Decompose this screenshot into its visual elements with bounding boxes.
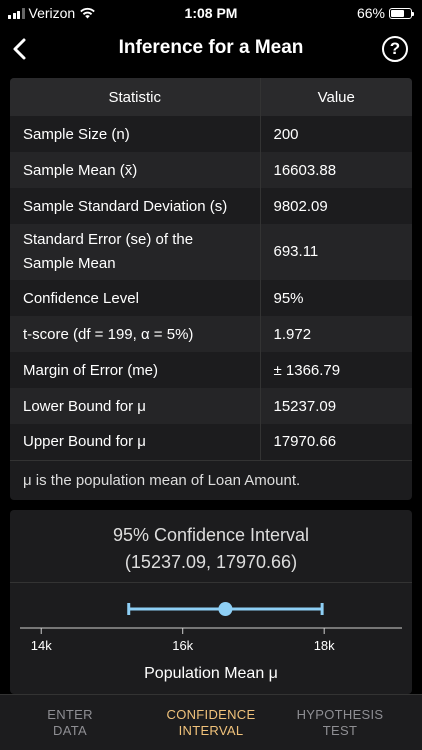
statistic-value: 693.11 (259, 224, 412, 280)
x-tick-label: 14k (31, 638, 52, 653)
ci-interval: (15237.09, 17970.66) (124, 552, 298, 572)
table-row: Margin of Error (me) ± 1366.79 (10, 352, 412, 388)
table-row: Sample Mean (x̄) 16603.88 (10, 152, 412, 188)
status-bar: Verizon 1:08 PM 66% (0, 0, 422, 26)
sample-mean-point (218, 602, 233, 616)
column-header-value: Value (259, 78, 412, 116)
ci-title: 95% Confidence Interval (112, 525, 310, 545)
battery-percent: 66% (356, 5, 385, 21)
x-tick-label: 18k (314, 638, 335, 653)
tab-confidence-interval[interactable]: CONFIDENCE INTERVAL (151, 707, 271, 739)
ci-header: 95% Confidence Interval (15237.09, 17970… (10, 522, 412, 576)
statistic-value: 15237.09 (259, 388, 412, 424)
table-row: Sample Size (n) 200 (10, 116, 412, 152)
statistic-label: Lower Bound for μ (10, 388, 260, 424)
x-axis-label: Population Mean μ (144, 665, 278, 682)
divider (10, 582, 412, 583)
table-row: Confidence Level 95% (10, 280, 412, 316)
confidence-interval-chart: 14k 16k 18k Population Mean μ (20, 602, 402, 682)
table-row: Sample Standard Deviation (s) 9802.09 (10, 188, 412, 224)
statistic-value: 9802.09 (259, 188, 412, 224)
statistic-label: t-score (df = 199, α = 5%) (10, 316, 260, 352)
statistic-label: Sample Mean (x̄) (10, 152, 260, 188)
column-header-statistic: Statistic (10, 78, 260, 116)
statistic-label: Standard Error (se) of the Sample Mean (10, 224, 260, 280)
table-row: t-score (df = 199, α = 5%) 1.972 (10, 316, 412, 352)
statistic-label: Margin of Error (me) (10, 352, 260, 388)
statistic-value: 95% (259, 280, 412, 316)
statistic-value: 16603.88 (259, 152, 412, 188)
statistic-value: 1.972 (259, 316, 412, 352)
confidence-interval-card: 95% Confidence Interval (15237.09, 17970… (10, 510, 412, 694)
help-icon[interactable]: ? (382, 36, 408, 62)
tab-hypothesis-test[interactable]: HYPOTHESIS TEST (270, 707, 410, 739)
statistic-label: Upper Bound for μ (10, 424, 260, 460)
navigation-bar: Inference for a Mean ? (0, 28, 422, 70)
tab-enter-data[interactable]: ENTER DATA (30, 707, 110, 739)
tab-bar: ENTER DATA CONFIDENCE INTERVAL HYPOTHESI… (0, 694, 422, 750)
statistic-label: Sample Size (n) (10, 116, 260, 152)
statistics-table: Statistic Value Sample Size (n) 200 Samp… (10, 78, 412, 500)
statistic-value: ± 1366.79 (259, 352, 412, 388)
battery-group: 66% (356, 5, 414, 21)
x-tick-label: 16k (172, 638, 193, 653)
statistic-value: 200 (259, 116, 412, 152)
table-row: Standard Error (se) of the Sample Mean 6… (10, 224, 412, 280)
table-row: Lower Bound for μ 15237.09 (10, 388, 412, 424)
statistics-table-card: Statistic Value Sample Size (n) 200 Samp… (10, 78, 412, 500)
statistic-label: Confidence Level (10, 280, 260, 316)
statistic-label: Sample Standard Deviation (s) (10, 188, 260, 224)
statistic-value: 17970.66 (259, 424, 412, 460)
population-note: μ is the population mean of Loan Amount. (10, 459, 412, 500)
page-title: Inference for a Mean (118, 37, 304, 58)
table-row: Upper Bound for μ 17970.66 (10, 424, 412, 460)
battery-icon (389, 7, 414, 19)
